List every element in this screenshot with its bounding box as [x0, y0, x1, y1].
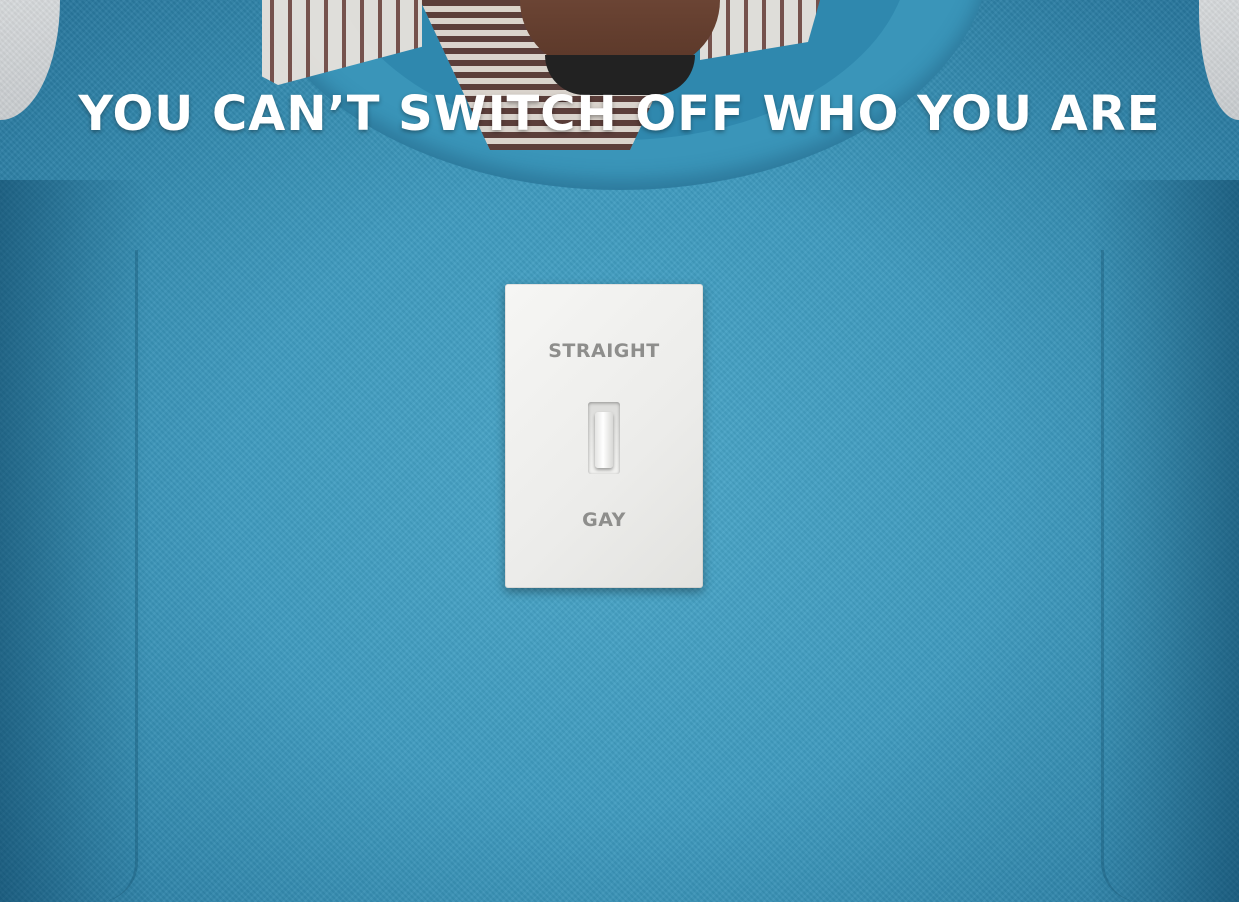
switch-label-straight: STRAIGHT	[548, 340, 660, 362]
toggle-slot	[588, 402, 620, 474]
toggle-lever[interactable]	[595, 412, 613, 468]
headline: YOU CAN’T SWITCH OFF WHO YOU ARE	[78, 86, 1161, 142]
switch-label-gay: GAY	[582, 509, 626, 531]
light-switch-plate: STRAIGHT GAY	[505, 284, 703, 588]
left-sleeve-seam	[95, 250, 138, 902]
right-sleeve-seam	[1101, 250, 1144, 902]
poster-image: YOU CAN’T SWITCH OFF WHO YOU ARE STRAIGH…	[0, 0, 1239, 902]
